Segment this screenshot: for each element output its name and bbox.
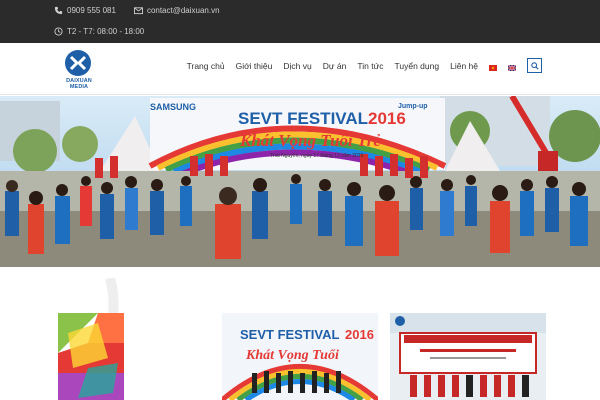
hero-banner: SAMSUNG SEVT FESTIVAL 2016 Khát Vọng Tuổ… bbox=[0, 96, 600, 267]
project-thumbnail-2: SEVT FESTIVAL 2016 Khát Vọng Tuổi bbox=[222, 313, 378, 400]
card2-subtitle: Khát Vọng Tuổi bbox=[245, 348, 339, 363]
envelope-icon bbox=[133, 6, 143, 15]
nav-item-home[interactable]: Trang chủ bbox=[187, 61, 225, 71]
nav-item-careers[interactable]: Tuyển dụng bbox=[395, 61, 440, 71]
contact-row: 0909 555 081 contact@daixuan.vn bbox=[54, 6, 220, 15]
site-logo[interactable]: DAIXUAN MEDIA bbox=[58, 50, 100, 90]
search-icon bbox=[530, 61, 539, 70]
top-bar: 0909 555 081 contact@daixuan.vn T2 - T7:… bbox=[0, 0, 600, 43]
hero-banner-subtitle: Khát Vọng Tuổi Trẻ bbox=[239, 131, 381, 150]
nav-item-news[interactable]: Tin tức bbox=[357, 61, 383, 71]
phone-icon bbox=[54, 6, 63, 15]
hours-row: T2 - T7: 08:00 - 18:00 bbox=[54, 27, 144, 36]
search-button[interactable] bbox=[527, 58, 542, 73]
project-card-1[interactable] bbox=[58, 313, 124, 400]
nav-item-services[interactable]: Dịch vụ bbox=[283, 61, 311, 71]
hero-sponsor-left: SAMSUNG bbox=[150, 102, 196, 112]
clock-icon bbox=[54, 27, 63, 36]
project-thumbnail-1 bbox=[58, 313, 124, 400]
email-link[interactable]: contact@daixuan.vn bbox=[147, 6, 220, 15]
main-nav: Trang chủ Giới thiệu Dịch vụ Dự án Tin t… bbox=[187, 58, 542, 73]
nav-item-about[interactable]: Giới thiệu bbox=[236, 61, 273, 71]
content-section: SEVT FESTIVAL 2016 Khát Vọng Tuổi bbox=[0, 268, 600, 400]
project-card-3[interactable] bbox=[390, 313, 546, 400]
site-header: DAIXUAN MEDIA Trang chủ Giới thiệu Dịch … bbox=[0, 43, 600, 95]
nav-item-projects[interactable]: Dự án bbox=[323, 61, 347, 71]
card2-year: 2016 bbox=[345, 327, 374, 342]
phone-number[interactable]: 0909 555 081 bbox=[67, 6, 116, 15]
logo-text: DAIXUAN MEDIA bbox=[66, 78, 92, 90]
hero-sponsor-right: Jump-up bbox=[398, 103, 428, 110]
business-hours: T2 - T7: 08:00 - 18:00 bbox=[67, 27, 145, 36]
uk-flag-icon[interactable] bbox=[507, 63, 517, 71]
card2-title: SEVT FESTIVAL bbox=[240, 327, 339, 342]
nav-item-contact[interactable]: Liên hệ bbox=[450, 61, 478, 71]
hero-banner-title: SEVT FESTIVAL bbox=[238, 109, 368, 128]
project-card-2[interactable]: SEVT FESTIVAL 2016 Khát Vọng Tuổi bbox=[222, 313, 378, 400]
hero-banner-date: Thái Nguyên, ngày 17 tháng 12 năm 2016 bbox=[270, 153, 364, 159]
logo-mark bbox=[65, 50, 91, 76]
hero-banner-year: 2016 bbox=[368, 109, 406, 128]
vietnam-flag-icon[interactable] bbox=[489, 63, 497, 71]
hero-illustration: SAMSUNG SEVT FESTIVAL 2016 Khát Vọng Tuổ… bbox=[0, 96, 600, 267]
project-thumbnail-3 bbox=[390, 313, 546, 400]
